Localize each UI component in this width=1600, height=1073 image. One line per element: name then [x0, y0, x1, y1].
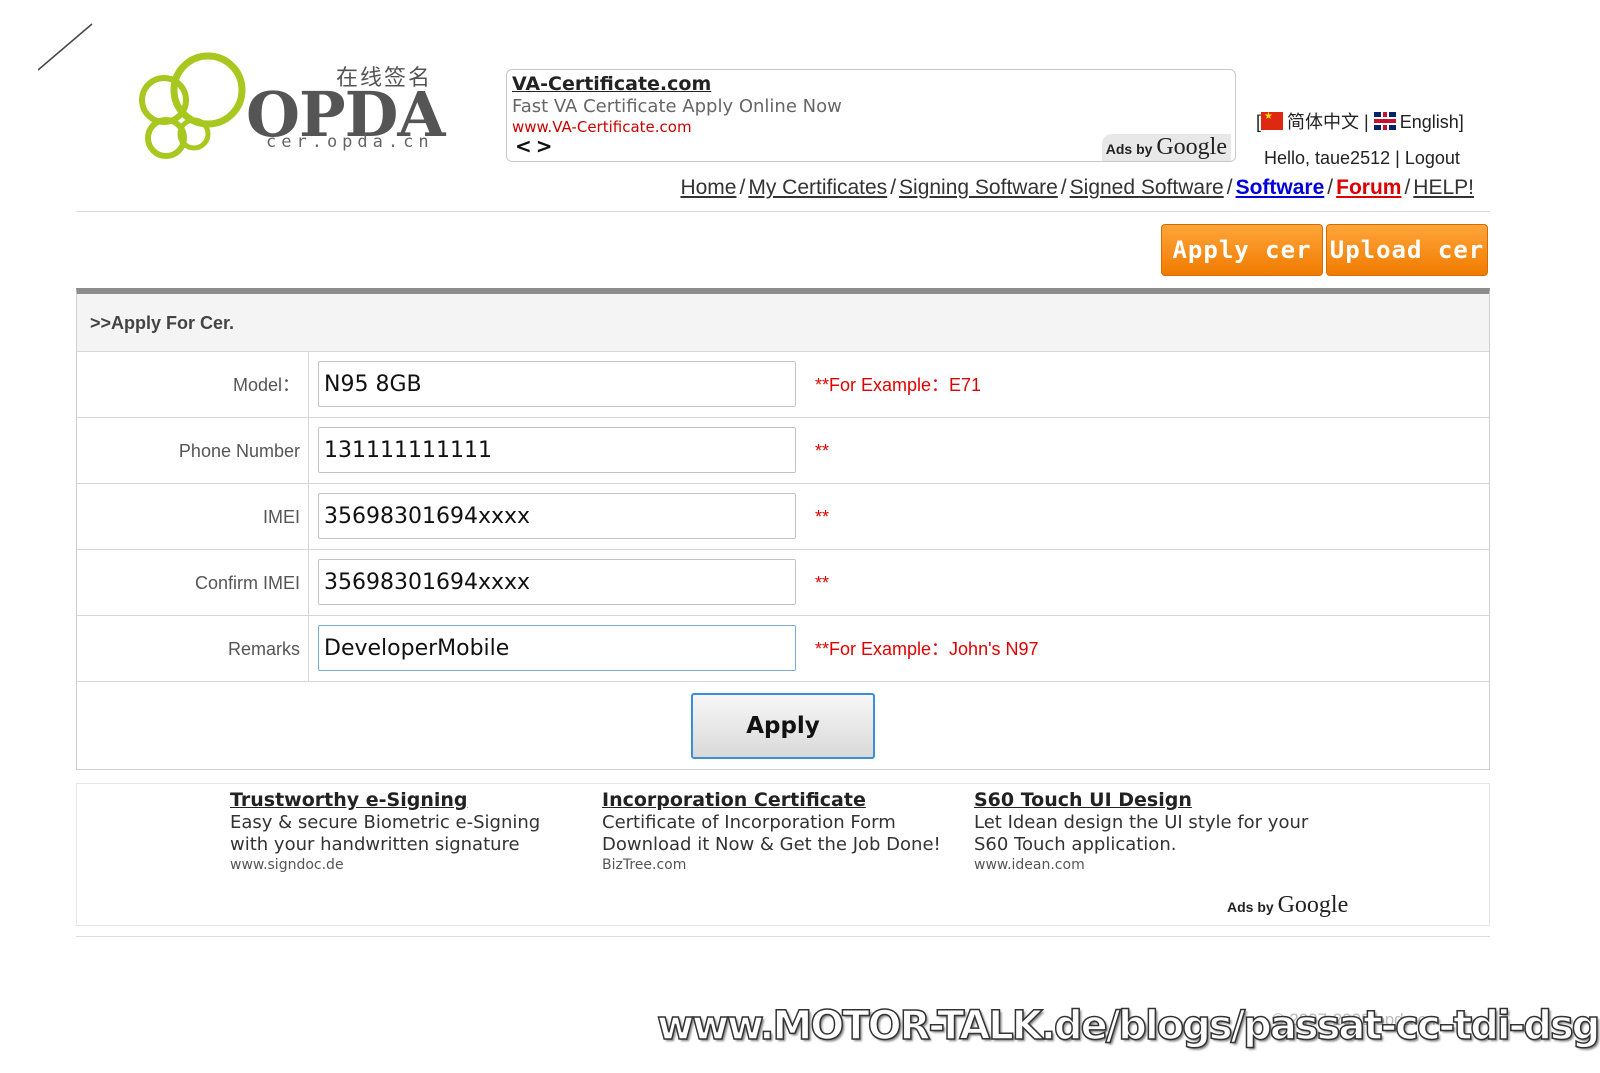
imei-hint: ** [815, 507, 830, 527]
remarks-hint: **For Example：John's N97 [815, 639, 1039, 659]
lang-english-link[interactable]: English [1400, 112, 1459, 132]
nav-forum[interactable]: Forum [1336, 176, 1401, 199]
model-label: Model： [77, 352, 309, 417]
imei-label: IMEI [77, 484, 309, 549]
nav-separator: / [1327, 176, 1334, 199]
header-divider [76, 211, 1490, 212]
apply-form-panel: >>Apply For Cer. Model： **For Example：E7… [76, 288, 1490, 770]
model-hint: **For Example：E71 [815, 375, 982, 395]
phone-label: Phone Number [77, 418, 309, 483]
confirm-imei-input[interactable] [318, 559, 796, 605]
remarks-input[interactable] [318, 625, 796, 671]
nav-separator: / [1060, 176, 1067, 199]
top-ad-banner: VA-Certificate.com Fast VA Certificate A… [506, 69, 1236, 162]
apply-cer-button[interactable]: Apply cer [1161, 224, 1323, 276]
model-input[interactable] [318, 361, 796, 407]
opda-logo[interactable]: 在线签名 OPDA cer.opda.cn [136, 52, 456, 164]
apply-submit-button[interactable]: Apply [691, 693, 875, 759]
nav-help[interactable]: HELP! [1413, 176, 1474, 199]
form-row-phone: Phone Number ** [77, 418, 1489, 484]
logout-link[interactable]: Logout [1405, 148, 1460, 168]
bottom-ad-item: S60 Touch UI Design Let Idean design the… [974, 789, 1314, 873]
china-flag-icon [1261, 111, 1284, 130]
nav-separator: / [739, 176, 746, 199]
footer-divider [76, 936, 1490, 937]
nav-signed-software[interactable]: Signed Software [1070, 176, 1224, 199]
phone-hint: ** [815, 441, 830, 461]
imei-input[interactable] [318, 493, 796, 539]
google-logo-icon: Google [1156, 134, 1227, 160]
form-row-model: Model： **For Example：E71 [77, 352, 1489, 418]
bottom-ad-item: Incorporation Certificate Certificate of… [602, 789, 942, 873]
confirm-imei-hint: ** [815, 573, 830, 593]
form-row-remarks: Remarks **For Example：John's N97 [77, 616, 1489, 682]
bottom-ad-description: Certificate of Incorporation Form Downlo… [602, 812, 941, 855]
ads-by-google-top[interactable]: Ads by Google [1101, 134, 1231, 161]
language-switcher: [简体中文 | English] [1256, 108, 1464, 134]
nav-signing-software[interactable]: Signing Software [899, 176, 1058, 199]
uk-flag-icon [1373, 112, 1396, 130]
upload-cer-button[interactable]: Upload cer [1326, 224, 1488, 276]
form-row-submit: Apply [77, 682, 1489, 772]
lang-bracket-close: ] [1458, 112, 1464, 132]
form-row-confirm-imei: Confirm IMEI ** [77, 550, 1489, 616]
remarks-label: Remarks [77, 616, 309, 681]
ads-by-text: Ads by [1227, 899, 1274, 915]
form-header: >>Apply For Cer. [77, 294, 1489, 352]
user-divider: | [1395, 148, 1400, 168]
top-ad-arrows: <> [515, 134, 557, 158]
ads-by-text: Ads by [1105, 141, 1153, 157]
user-greeting: Hello, taue2512 [1264, 148, 1391, 168]
bottom-ad-url-link[interactable]: www.idean.com [974, 857, 1314, 873]
bottom-ads-block: Trustworthy e-Signing Easy & secure Biom… [76, 783, 1490, 926]
bottom-ad-url-link[interactable]: BizTree.com [602, 857, 942, 873]
form-row-imei: IMEI ** [77, 484, 1489, 550]
bottom-ad-title-link[interactable]: Incorporation Certificate [602, 789, 942, 811]
corner-line [38, 23, 93, 71]
top-ad-description: Fast VA Certificate Apply Online Now [512, 96, 842, 117]
nav-software[interactable]: Software [1236, 176, 1325, 199]
bottom-ad-description: Easy & secure Biometric e-Signing with y… [230, 812, 541, 855]
nav-separator: / [890, 176, 897, 199]
bottom-ad-description: Let Idean design the UI style for your S… [974, 812, 1309, 855]
main-nav: Home / My Certificates / Signing Software / Si… [680, 176, 1474, 200]
ad-prev-arrow-icon[interactable]: < [515, 134, 536, 158]
phone-number-input[interactable] [318, 427, 796, 473]
watermark-text: www.MOTOR-TALK.de/blogs/passat-cc-tdi-ds… [656, 1002, 1600, 1050]
nav-home[interactable]: Home [680, 176, 736, 199]
bottom-ad-url-link[interactable]: www.signdoc.de [230, 857, 570, 873]
bottom-ad-item: Trustworthy e-Signing Easy & secure Biom… [230, 789, 570, 873]
lang-chinese-link[interactable]: 简体中文 [1287, 112, 1359, 132]
nav-separator: / [1404, 176, 1411, 199]
top-ad-title-link[interactable]: VA-Certificate.com [512, 73, 1230, 95]
lang-divider: | [1364, 112, 1369, 132]
user-greeting-bar: Hello, taue2512 | Logout [1264, 148, 1460, 169]
ad-next-arrow-icon[interactable]: > [536, 134, 557, 158]
google-logo-icon: Google [1277, 892, 1349, 918]
nav-my-certificates[interactable]: My Certificates [748, 176, 887, 199]
nav-separator: / [1226, 176, 1233, 199]
bottom-ad-title-link[interactable]: S60 Touch UI Design [974, 789, 1314, 811]
logo-url-text: cer.opda.cn [266, 132, 434, 152]
bottom-ad-title-link[interactable]: Trustworthy e-Signing [230, 789, 570, 811]
ads-by-google-bottom[interactable]: Ads by Google [1227, 892, 1348, 919]
logo-circles-icon [139, 52, 246, 159]
confirm-imei-label: Confirm IMEI [77, 550, 309, 615]
